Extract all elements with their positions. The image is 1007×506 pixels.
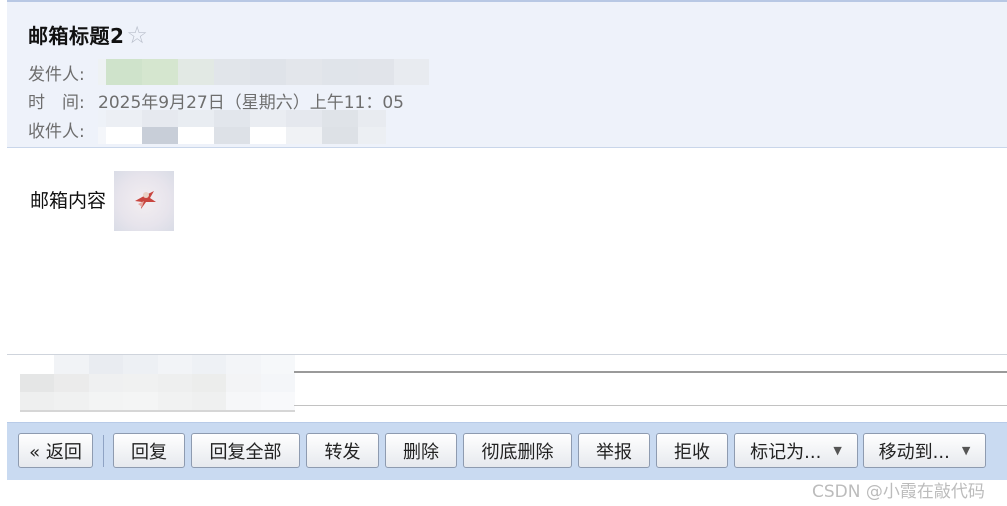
chevron-down-icon: ▼ <box>833 444 842 457</box>
back-button[interactable]: « 返回 <box>18 433 93 468</box>
email-subject: 邮箱标题2 <box>28 24 125 48</box>
recipient-row: 收件人: <box>28 110 386 144</box>
reply-button[interactable]: 回复 <box>113 433 185 468</box>
delete-permanent-button[interactable]: 彻底删除 <box>463 433 572 468</box>
quoted-content <box>7 354 1007 422</box>
reject-button[interactable]: 拒收 <box>656 433 728 468</box>
action-toolbar: « 返回 回复 回复全部 转发 删除 彻底删除 举报 拒收 标记为... ▼ 移… <box>7 422 1007 480</box>
move-to-label: 移动到... <box>878 441 950 463</box>
inline-image[interactable] <box>114 171 174 231</box>
subject-row: 邮箱标题2 ☆ <box>28 20 148 49</box>
star-icon[interactable]: ☆ <box>126 23 148 47</box>
figure-image <box>135 191 156 209</box>
recipient-redacted <box>98 110 386 144</box>
mark-as-dropdown[interactable]: 标记为... ▼ <box>734 433 858 468</box>
move-to-dropdown[interactable]: 移动到... ▼ <box>863 433 986 468</box>
chevron-down-icon: ▼ <box>961 444 971 457</box>
reply-all-button[interactable]: 回复全部 <box>191 433 300 468</box>
sender-redacted <box>98 59 429 85</box>
quote-underline <box>20 410 295 412</box>
time-value: 2025年9月27日（星期六）上午11：05 <box>98 92 404 113</box>
quote-divider <box>294 371 1007 373</box>
mark-as-label: 标记为... <box>750 441 822 463</box>
sender-label: 发件人: <box>28 64 85 85</box>
watermark: CSDN @小霞在敲代码 <box>812 482 985 502</box>
quote-divider-lower <box>294 405 1007 406</box>
time-label: 时 间: <box>28 92 85 113</box>
forward-button[interactable]: 转发 <box>306 433 379 468</box>
sender-row: 发件人: <box>28 59 429 85</box>
toolbar-separator <box>103 435 104 467</box>
report-button[interactable]: 举报 <box>578 433 650 468</box>
delete-button[interactable]: 删除 <box>385 433 457 468</box>
recipient-label: 收件人: <box>28 121 85 142</box>
email-body: 邮箱内容 <box>7 149 1007 354</box>
email-header: 邮箱标题2 ☆ 发件人: 时 间: 2025年9月27日（星期六）上午11：05… <box>7 0 1007 148</box>
email-body-text: 邮箱内容 <box>30 190 107 212</box>
quoted-redacted <box>20 355 295 411</box>
